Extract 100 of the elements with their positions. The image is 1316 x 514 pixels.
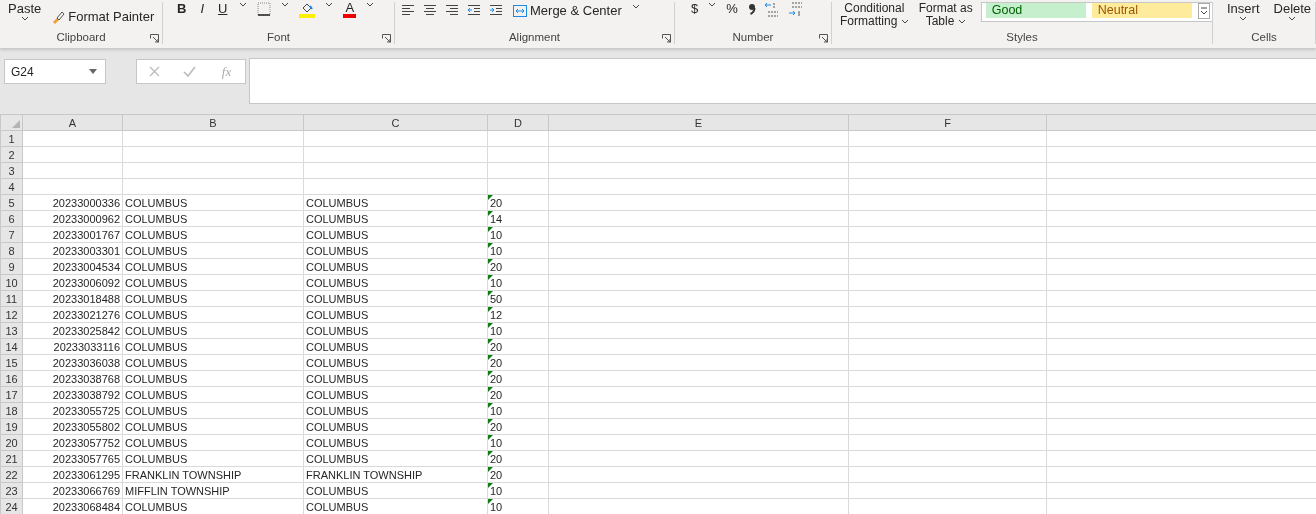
table-cell: COLUMBUS	[303, 322, 488, 339]
delete-button[interactable]: Delete	[1271, 2, 1314, 16]
bold-button[interactable]: B	[175, 2, 189, 16]
caret-icon[interactable]	[366, 2, 375, 7]
caret-icon[interactable]	[631, 4, 640, 9]
formula-input[interactable]	[249, 58, 1316, 104]
table-cell: COLUMBUS	[122, 338, 304, 355]
column-header[interactable]: E	[548, 114, 849, 131]
table-cell: FRANKLIN TOWNSHIP	[122, 466, 304, 483]
table-cell: COLUMBUS	[122, 450, 304, 467]
table-cell: COLUMBUS	[303, 194, 488, 211]
merge-center-label[interactable]: Merge & Center	[530, 4, 622, 18]
table-cell: 20233021276	[22, 306, 123, 323]
column-header[interactable]: F	[848, 114, 1047, 131]
table-cell: COLUMBUS	[303, 338, 488, 355]
table-cell: COLUMBUS	[303, 306, 488, 323]
caret-icon[interactable]	[20, 16, 29, 21]
enter-check-icon[interactable]	[183, 66, 197, 77]
table-cell: 20233000962	[22, 210, 123, 227]
paste-button[interactable]: Paste	[6, 2, 44, 16]
paintbrush-icon	[51, 10, 66, 24]
table-cell: 10	[490, 404, 503, 417]
caret-icon[interactable]	[1239, 16, 1248, 21]
table-cell: COLUMBUS	[122, 242, 304, 259]
table-cell: MIFFLIN TOWNSHIP	[122, 482, 304, 499]
comma-style-icon[interactable]	[747, 2, 756, 16]
table-cell: 20233038768	[22, 370, 123, 387]
dialog-launcher-icon[interactable]	[382, 34, 391, 43]
align-right-icon	[445, 4, 459, 16]
fill-bucket-icon[interactable]	[299, 2, 316, 18]
dialog-launcher-icon[interactable]	[819, 34, 828, 43]
format-painter-button[interactable]: Format Painter	[49, 10, 157, 24]
more-styles-icon[interactable]	[1197, 3, 1210, 19]
caret-icon[interactable]	[239, 2, 248, 7]
merge-cells-icon	[513, 5, 527, 17]
caret-icon[interactable]	[708, 2, 717, 7]
caret-icon[interactable]	[1288, 16, 1297, 21]
table-cell: COLUMBUS	[122, 354, 304, 371]
table-cell: FRANKLIN TOWNSHIP	[303, 466, 488, 483]
table-cell: 20233057752	[22, 434, 123, 451]
table-cell: 20233055802	[22, 418, 123, 435]
table-cell: 20	[490, 260, 503, 273]
underline-button[interactable]: U	[216, 2, 230, 16]
merge-center-button[interactable]: Merge & Center	[511, 4, 624, 18]
table-cell: COLUMBUS	[303, 418, 488, 435]
table-cell: 10	[490, 244, 503, 257]
table-cell: 20233061295	[22, 466, 123, 483]
table-cell: 20233025842	[22, 322, 123, 339]
neutral-style[interactable]: Neutral	[1091, 3, 1192, 18]
table-cell: COLUMBUS	[303, 402, 488, 419]
table-cell: COLUMBUS	[122, 370, 304, 387]
borders-icon[interactable]	[257, 2, 272, 16]
table-cell: COLUMBUS	[303, 258, 488, 275]
table-cell: COLUMBUS	[122, 322, 304, 339]
table-cell: COLUMBUS	[303, 354, 488, 371]
column-header[interactable]: D	[487, 114, 549, 131]
increase-indent-icon	[489, 4, 503, 16]
table-cell: 20233001767	[22, 226, 123, 243]
conditional-formatting-button[interactable]: Conditional Formatting	[838, 2, 911, 28]
table-cell: COLUMBUS	[122, 226, 304, 243]
table-cell: 20	[490, 468, 503, 481]
good-style[interactable]: Good	[985, 3, 1086, 18]
column-header[interactable]: A	[22, 114, 123, 131]
group-label: Number	[732, 31, 774, 44]
font-color-button[interactable]: A	[343, 2, 357, 18]
table-cell: 20	[490, 340, 503, 353]
table-cell: COLUMBUS	[303, 242, 488, 259]
table-cell: 20233038792	[22, 386, 123, 403]
currency-button[interactable]: $	[689, 2, 701, 16]
table-cell: 50	[490, 292, 503, 305]
table-cell: COLUMBUS	[303, 386, 488, 403]
table-cell: COLUMBUS	[303, 210, 488, 227]
table-cell: 10	[490, 276, 503, 289]
caret-icon[interactable]	[900, 19, 909, 25]
group-label: Styles	[1006, 31, 1038, 44]
italic-button[interactable]: I	[198, 2, 206, 16]
name-box[interactable]: G24	[4, 59, 106, 84]
dialog-launcher-icon[interactable]	[150, 34, 159, 43]
table-cell: 20233036038	[22, 354, 123, 371]
table-cell: 20233006092	[22, 274, 123, 291]
table-cell: 12	[490, 308, 503, 321]
table-cell: 14	[490, 212, 503, 225]
insert-button[interactable]: Insert	[1225, 2, 1262, 16]
dialog-launcher-icon[interactable]	[662, 34, 671, 43]
column-header[interactable]: C	[303, 114, 488, 131]
table-cell: COLUMBUS	[122, 194, 304, 211]
caret-icon[interactable]	[957, 19, 966, 25]
table-cell: COLUMBUS	[303, 434, 488, 451]
table-cell: COLUMBUS	[303, 226, 488, 243]
column-header[interactable]: B	[122, 114, 304, 131]
percent-button[interactable]: %	[724, 2, 740, 16]
format-painter-label[interactable]: Format Painter	[68, 10, 155, 24]
align-left-icon	[401, 4, 415, 16]
group-label: Alignment	[508, 31, 561, 44]
caret-icon[interactable]	[325, 2, 334, 7]
caret-icon[interactable]	[281, 2, 290, 7]
table-cell: 20233000336	[22, 194, 123, 211]
dropdown-icon[interactable]	[89, 69, 97, 74]
format-as-table-button[interactable]: Format as Table	[916, 2, 975, 28]
table-cell: COLUMBUS	[122, 386, 304, 403]
